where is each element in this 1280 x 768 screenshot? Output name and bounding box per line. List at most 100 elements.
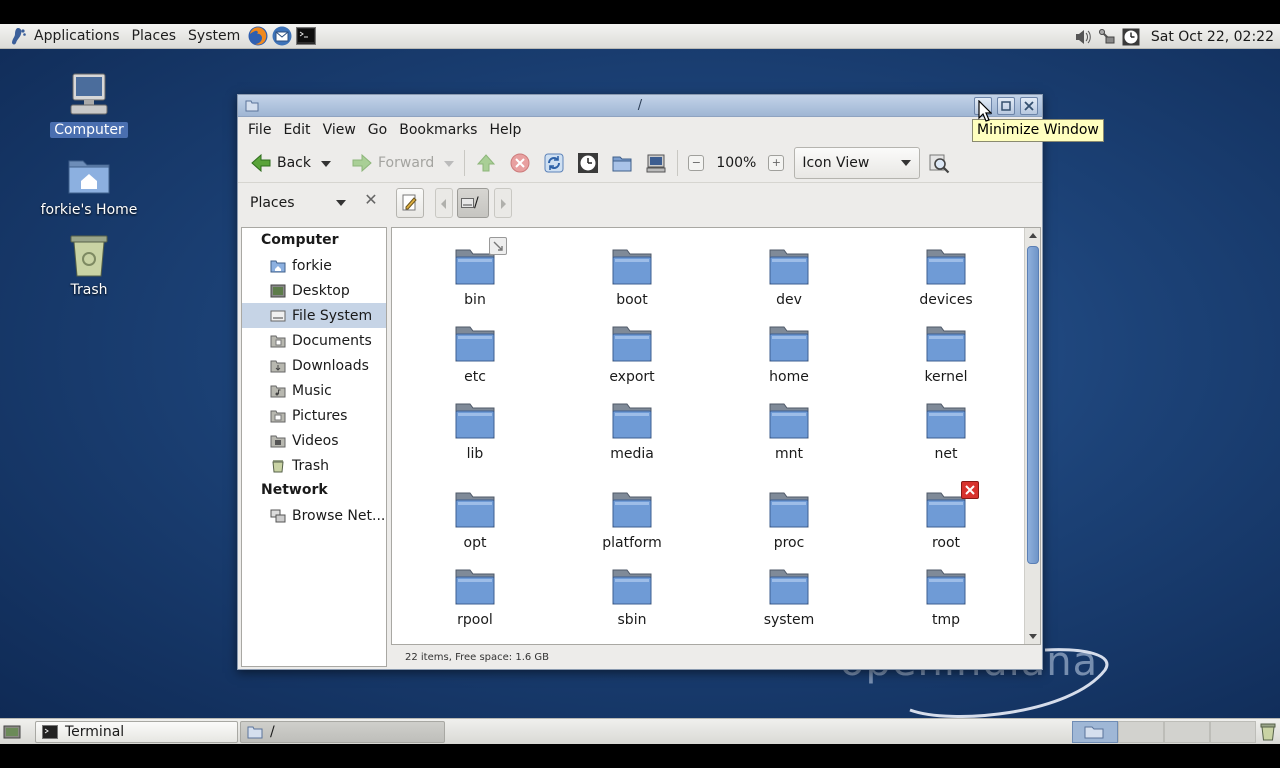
menu-edit[interactable]: Edit	[277, 122, 316, 138]
folder-icon	[455, 569, 495, 605]
sidebar-type-select[interactable]: Places	[244, 191, 350, 215]
back-history-dropdown[interactable]	[315, 152, 337, 174]
folder-icon	[926, 569, 966, 605]
workspace-1[interactable]	[1072, 721, 1118, 743]
path-scroll-right[interactable]	[494, 188, 512, 218]
folder-item[interactable]: platform	[572, 491, 692, 551]
folder-item[interactable]: system	[729, 568, 849, 628]
up-arrow-icon[interactable]	[475, 152, 497, 174]
menu-bookmarks[interactable]: Bookmarks	[393, 122, 483, 138]
system-menu[interactable]: System	[182, 24, 246, 49]
stop-icon[interactable]	[509, 152, 531, 174]
vertical-scrollbar[interactable]	[1024, 228, 1040, 644]
sidebar-item-file-system[interactable]: File System	[242, 303, 386, 328]
folder-label: system	[763, 612, 815, 628]
open-folder-icon[interactable]	[611, 152, 633, 174]
drive-icon	[270, 310, 286, 321]
folder-item[interactable]: net	[886, 402, 1006, 462]
close-sidebar-icon[interactable]: ✕	[363, 192, 379, 208]
edit-pencil-icon	[402, 194, 417, 211]
sidebar-item-documents[interactable]: Documents	[242, 328, 386, 353]
folder-item[interactable]: rpool	[415, 568, 535, 628]
folder-item[interactable]: lib	[415, 402, 535, 462]
reload-icon[interactable]	[543, 152, 565, 174]
path-scroll-left[interactable]	[435, 188, 453, 218]
folder-item[interactable]: mnt	[729, 402, 849, 462]
taskbar-item-file-manager[interactable]: /	[240, 721, 445, 743]
workspace-2[interactable]	[1118, 721, 1164, 743]
volume-icon[interactable]	[1073, 27, 1093, 47]
folder-item[interactable]: media	[572, 402, 692, 462]
desktop-icon-computer[interactable]: Computer	[34, 71, 144, 138]
sidebar-item-forkie[interactable]: forkie	[242, 253, 386, 278]
forward-button[interactable]: Forward	[347, 147, 438, 179]
sidebar-type-value: Places	[250, 195, 295, 211]
folder-item[interactable]: kernel	[886, 325, 1006, 385]
places-menu[interactable]: Places	[126, 24, 183, 49]
sidebar-item-pictures[interactable]: Pictures	[242, 403, 386, 428]
folder-item[interactable]: proc	[729, 491, 849, 551]
back-label: Back	[277, 154, 311, 171]
chevron-left-icon	[441, 199, 446, 209]
folder-item[interactable]: export	[572, 325, 692, 385]
scroll-down-icon[interactable]	[1029, 634, 1037, 639]
applications-menu[interactable]: Applications	[28, 24, 126, 49]
zoom-in-button[interactable]: +	[768, 154, 785, 171]
folder-item[interactable]: devices	[886, 248, 1006, 308]
mouse-cursor-icon	[978, 100, 992, 122]
folder-label: devices	[919, 292, 973, 308]
folder-item[interactable]: etc	[415, 325, 535, 385]
folder-item[interactable]: sbin	[572, 568, 692, 628]
folder-item[interactable]: dev	[729, 248, 849, 308]
search-icon[interactable]	[928, 152, 950, 174]
window-titlebar[interactable]: /	[238, 95, 1042, 117]
home-folder-icon	[270, 260, 286, 272]
computer-small-icon[interactable]	[645, 152, 667, 174]
terminal-launcher-icon[interactable]	[295, 25, 317, 47]
folder-icon	[455, 403, 495, 439]
menu-file[interactable]: File	[242, 122, 277, 138]
close-button[interactable]	[1020, 97, 1038, 115]
folder-item[interactable]: tmp	[886, 568, 1006, 628]
sidebar-item-label: Documents	[292, 332, 372, 349]
folder-item[interactable]: root	[886, 491, 1006, 551]
menu-view[interactable]: View	[317, 122, 362, 138]
show-desktop-icon[interactable]	[3, 723, 21, 741]
back-button[interactable]: Back	[246, 147, 315, 179]
folder-item[interactable]: boot	[572, 248, 692, 308]
thunderbird-icon[interactable]	[271, 25, 293, 47]
desktop-icon-home[interactable]: forkie's Home	[34, 153, 144, 218]
taskbar-item-terminal[interactable]: Terminal	[35, 721, 238, 743]
edit-location-button[interactable]	[396, 188, 424, 218]
trash-applet-icon[interactable]	[1258, 722, 1278, 742]
maximize-button[interactable]	[997, 97, 1015, 115]
folder-item[interactable]: opt	[415, 491, 535, 551]
workspace-3[interactable]	[1164, 721, 1210, 743]
path-button-root[interactable]: /	[457, 188, 489, 218]
sidebar-item-trash[interactable]: Trash	[242, 453, 386, 478]
clock[interactable]: Sat Oct 22, 02:22	[1143, 29, 1280, 45]
scrollbar-thumb[interactable]	[1027, 246, 1039, 564]
folder-item[interactable]: bin	[415, 248, 535, 308]
sidebar-item-desktop[interactable]: Desktop	[242, 278, 386, 303]
menu-go[interactable]: Go	[362, 122, 393, 138]
history-clock-icon[interactable]	[577, 152, 599, 174]
clock-applet-icon[interactable]	[1121, 27, 1141, 47]
forward-history-dropdown[interactable]	[438, 152, 460, 174]
pictures-folder-icon	[270, 410, 286, 422]
view-mode-select[interactable]: Icon View	[794, 146, 921, 179]
desktop-icon-trash[interactable]: Trash	[34, 233, 144, 298]
gnome-foot-icon[interactable]	[6, 25, 28, 47]
sidebar-item-downloads[interactable]: Downloads	[242, 353, 386, 378]
workspace-4[interactable]	[1210, 721, 1256, 743]
firefox-icon[interactable]	[247, 25, 269, 47]
sidebar-item-music[interactable]: Music	[242, 378, 386, 403]
network-icon[interactable]	[1097, 27, 1117, 47]
scroll-up-icon[interactable]	[1029, 233, 1037, 238]
sidebar-item-browse-network[interactable]: Browse Net...	[242, 503, 386, 528]
sidebar-item-videos[interactable]: Videos	[242, 428, 386, 453]
zoom-out-button[interactable]: −	[688, 154, 705, 171]
sidebar-item-label: File System	[292, 307, 373, 324]
folder-item[interactable]: home	[729, 325, 849, 385]
menu-help[interactable]: Help	[483, 122, 527, 138]
